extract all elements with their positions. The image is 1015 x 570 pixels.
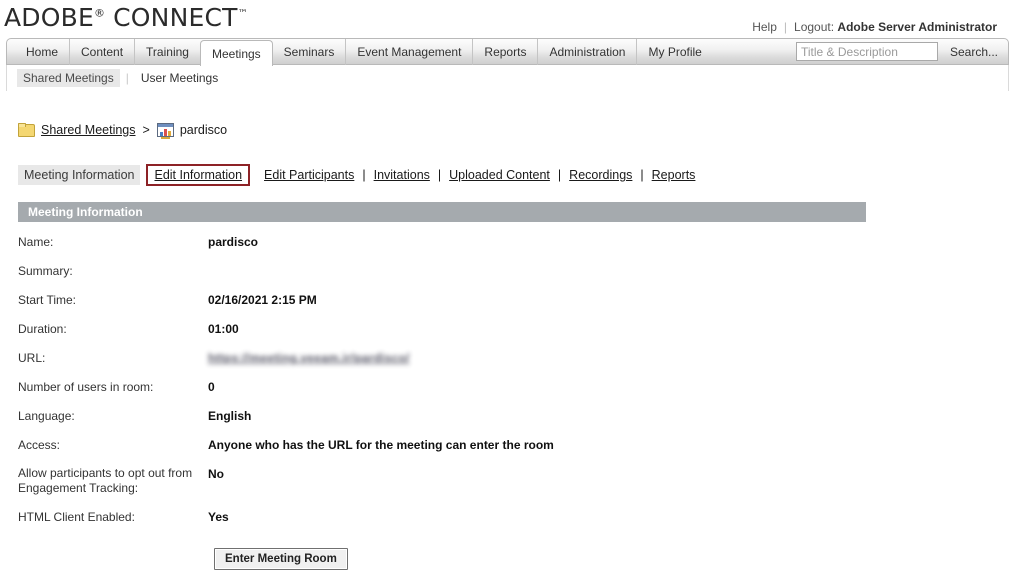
breadcrumb-separator-icon: >	[142, 123, 150, 137]
panel-header-meeting-information: Meeting Information	[18, 202, 866, 222]
meeting-information-table: Name: pardisco Summary: Start Time: 02/1…	[18, 234, 554, 538]
tab-edit-information[interactable]: Edit Information	[146, 164, 251, 186]
row-label-start-time: Start Time:	[18, 293, 77, 307]
table-row: Access: Anyone who has the URL for the m…	[18, 437, 554, 466]
search-link[interactable]: Search...	[950, 45, 998, 59]
table-row: Duration: 01:00	[18, 321, 554, 350]
row-value-language: English	[208, 409, 252, 423]
enter-meeting-room-button[interactable]: Enter Meeting Room	[214, 548, 348, 570]
row-label-duration: Duration:	[18, 322, 67, 336]
table-row: Language: English	[18, 408, 554, 437]
nav-tab-reports[interactable]: Reports	[472, 39, 537, 65]
tab-uploaded-content[interactable]: Uploaded Content	[447, 167, 552, 183]
row-value-duration: 01:00	[208, 322, 239, 336]
account-bar: Help | Logout: Adobe Server Administrator	[752, 20, 997, 34]
row-label-engagement-tracking-opt-out: Allow participants to opt out from Engag…	[18, 466, 193, 495]
current-user-name: Adobe Server Administrator	[837, 20, 997, 34]
row-value-url: https://meeting.veeam.ir/pardisco/	[208, 350, 554, 379]
nav-tab-list: Home Content Training Meetings Seminars …	[15, 39, 713, 66]
meeting-url-link[interactable]: https://meeting.veeam.ir/pardisco/	[208, 350, 410, 366]
account-divider: |	[783, 20, 788, 34]
table-row: Name: pardisco	[18, 234, 554, 263]
tab-recordings[interactable]: Recordings	[567, 167, 634, 183]
breadcrumb-link-shared-meetings[interactable]: Shared Meetings	[41, 123, 136, 137]
registered-mark-icon: ®	[93, 6, 105, 20]
row-label-summary: Summary:	[18, 264, 73, 278]
tab-reports[interactable]: Reports	[650, 167, 698, 183]
row-value-engagement-tracking-opt-out: No	[208, 467, 224, 481]
section-tab-divider-5: |	[640, 168, 644, 182]
breadcrumb-current-pardisco: pardisco	[179, 123, 228, 137]
nav-tab-content[interactable]: Content	[69, 39, 134, 65]
enter-meeting-room-area: Enter Meeting Room	[214, 548, 1015, 570]
search-input[interactable]	[795, 42, 938, 61]
row-value-start-time: 02/16/2021 2:15 PM	[208, 293, 317, 307]
row-value-name: pardisco	[208, 235, 259, 249]
row-value-users-in-room: 0	[208, 380, 215, 394]
breadcrumb: Shared Meetings > pardisco	[18, 120, 1015, 140]
main-navigation-bar: Home Content Training Meetings Seminars …	[6, 38, 1009, 66]
table-row: HTML Client Enabled: Yes	[18, 509, 554, 538]
row-label-url: URL:	[18, 351, 46, 365]
row-label-users-in-room: Number of users in room:	[18, 380, 154, 394]
meeting-room-icon	[156, 122, 174, 139]
brand-word-connect: CONNECT	[113, 3, 238, 32]
nav-tab-my-profile[interactable]: My Profile	[636, 39, 712, 65]
brand-word-adobe: ADOBE	[4, 3, 94, 32]
table-row: Start Time: 02/16/2021 2:15 PM	[18, 292, 554, 321]
nav-tab-event-management[interactable]: Event Management	[345, 39, 472, 65]
section-tab-divider-3: |	[437, 168, 442, 182]
table-row: Number of users in room: 0	[18, 379, 554, 408]
nav-tab-training[interactable]: Training	[134, 39, 200, 65]
row-label-name: Name:	[18, 235, 54, 249]
row-label-language: Language:	[18, 409, 75, 423]
trademark-mark-icon: ™	[237, 8, 248, 20]
row-label-html-client-enabled: HTML Client Enabled:	[18, 510, 135, 524]
tab-meeting-information[interactable]: Meeting Information	[18, 165, 141, 185]
content-area: Shared Meetings > pardisco Meeting Infor…	[0, 120, 1015, 570]
adobe-connect-logo: ADOBE® CONNECT™	[4, 3, 248, 32]
masthead: ADOBE® CONNECT™ Help | Logout: Adobe Serve…	[0, 0, 1015, 38]
nav-tab-seminars[interactable]: Seminars	[273, 39, 346, 65]
row-value-access: Anyone who has the URL for the meeting c…	[208, 438, 554, 452]
search-area: Search...	[795, 42, 998, 61]
folder-icon	[18, 123, 35, 137]
tab-edit-participants[interactable]: Edit Participants	[262, 167, 356, 183]
nav-tab-administration[interactable]: Administration	[537, 39, 636, 65]
help-link[interactable]: Help	[752, 20, 777, 34]
table-row: Allow participants to opt out from Engag…	[18, 466, 554, 509]
row-value-html-client-enabled: Yes	[208, 510, 229, 524]
tab-invitations[interactable]: Invitations	[372, 167, 432, 183]
nav-tab-home[interactable]: Home	[15, 39, 69, 65]
meeting-section-tabs: Meeting Information Edit Information Edi…	[18, 164, 1015, 186]
nav-tab-meetings[interactable]: Meetings	[199, 40, 273, 66]
subnav-item-shared-meetings[interactable]: Shared Meetings	[17, 69, 120, 87]
subnav-item-user-meetings[interactable]: User Meetings	[135, 69, 224, 87]
row-value-summary	[208, 263, 554, 292]
sub-navigation-bar: Shared Meetings | User Meetings	[6, 65, 1009, 91]
section-tab-divider-2: |	[362, 168, 366, 182]
table-row: URL: https://meeting.veeam.ir/pardisco/	[18, 350, 554, 379]
logout-label[interactable]: Logout:	[794, 20, 834, 34]
subnav-divider: |	[125, 71, 129, 85]
table-row: Summary:	[18, 263, 554, 292]
section-tab-divider-4: |	[557, 168, 562, 182]
row-label-access: Access:	[18, 438, 61, 452]
